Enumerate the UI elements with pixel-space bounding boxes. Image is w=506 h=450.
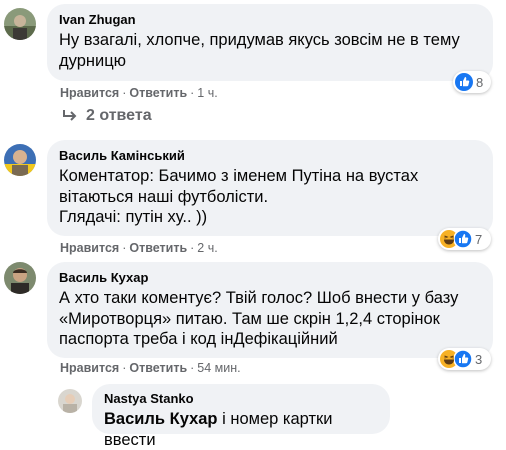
like-icon xyxy=(454,230,472,248)
like-button[interactable]: Нравится xyxy=(60,241,119,255)
reply-arrow-icon xyxy=(63,110,77,121)
like-icon xyxy=(454,350,472,368)
view-replies-button[interactable]: 2 ответа xyxy=(62,107,152,125)
reaction-summary[interactable]: 7 xyxy=(438,228,491,250)
reply-button[interactable]: Ответить xyxy=(129,86,187,100)
reaction-count: 3 xyxy=(475,351,483,367)
comment-actions: Нравится · Ответить · 1 ч. xyxy=(60,86,218,100)
avatar-vasyl-kaminskyi[interactable] xyxy=(4,144,36,176)
comment-author[interactable]: Василь Камінський xyxy=(59,148,481,164)
reaction-count: 8 xyxy=(476,74,484,90)
reaction-summary[interactable]: 8 xyxy=(453,71,491,93)
avatar-nastya-stanko[interactable] xyxy=(58,389,82,413)
comment-actions: Нравится · Ответить · 54 мин. xyxy=(60,361,241,375)
comment-text: Коментатор: Бачимо з іменем Путіна на ву… xyxy=(59,167,419,226)
comment-author[interactable]: Василь Кухар xyxy=(59,270,481,286)
reaction-count: 7 xyxy=(475,231,483,247)
comment-timestamp[interactable]: 2 ч. xyxy=(197,241,217,255)
comment-bubble: Ivan Zhugan Ну взагалі, хлопче, придумав… xyxy=(47,4,493,81)
view-replies-label: 2 ответа xyxy=(86,107,152,124)
reply-text: Василь Кухар і номер картки ввести xyxy=(104,409,378,450)
reply-button[interactable]: Ответить xyxy=(129,241,187,255)
comment-bubble: Василь Камінський Коментатор: Бачимо з і… xyxy=(47,140,493,236)
reply-button[interactable]: Ответить xyxy=(129,361,187,375)
comment-timestamp[interactable]: 1 ч. xyxy=(197,86,217,100)
comment-bubble: Василь Кухар А хто таки коментує? Твій г… xyxy=(47,262,493,358)
reply-author[interactable]: Nastya Stanko xyxy=(104,391,378,407)
reply-mention[interactable]: Василь Кухар xyxy=(104,410,218,428)
comment-author[interactable]: Ivan Zhugan xyxy=(59,12,481,28)
comment-text: А хто таки коментує? Твій голос? Шоб вне… xyxy=(59,289,459,348)
reply-bubble: Nastya Stanko Василь Кухар і номер картк… xyxy=(92,384,390,449)
reaction-summary[interactable]: 3 xyxy=(438,348,491,370)
like-button[interactable]: Нравится xyxy=(60,361,119,375)
comment-text: Ну взагалі, хлопче, придумав якусь зовсі… xyxy=(59,31,460,70)
comment-timestamp[interactable]: 54 мин. xyxy=(197,361,240,375)
comment-actions: Нравится · Ответить · 2 ч. xyxy=(60,241,218,255)
avatar-ivan-zhugan[interactable] xyxy=(4,8,36,40)
avatar-vasyl-kukhar[interactable] xyxy=(4,262,36,294)
like-button[interactable]: Нравится xyxy=(60,86,119,100)
like-icon xyxy=(455,73,473,91)
